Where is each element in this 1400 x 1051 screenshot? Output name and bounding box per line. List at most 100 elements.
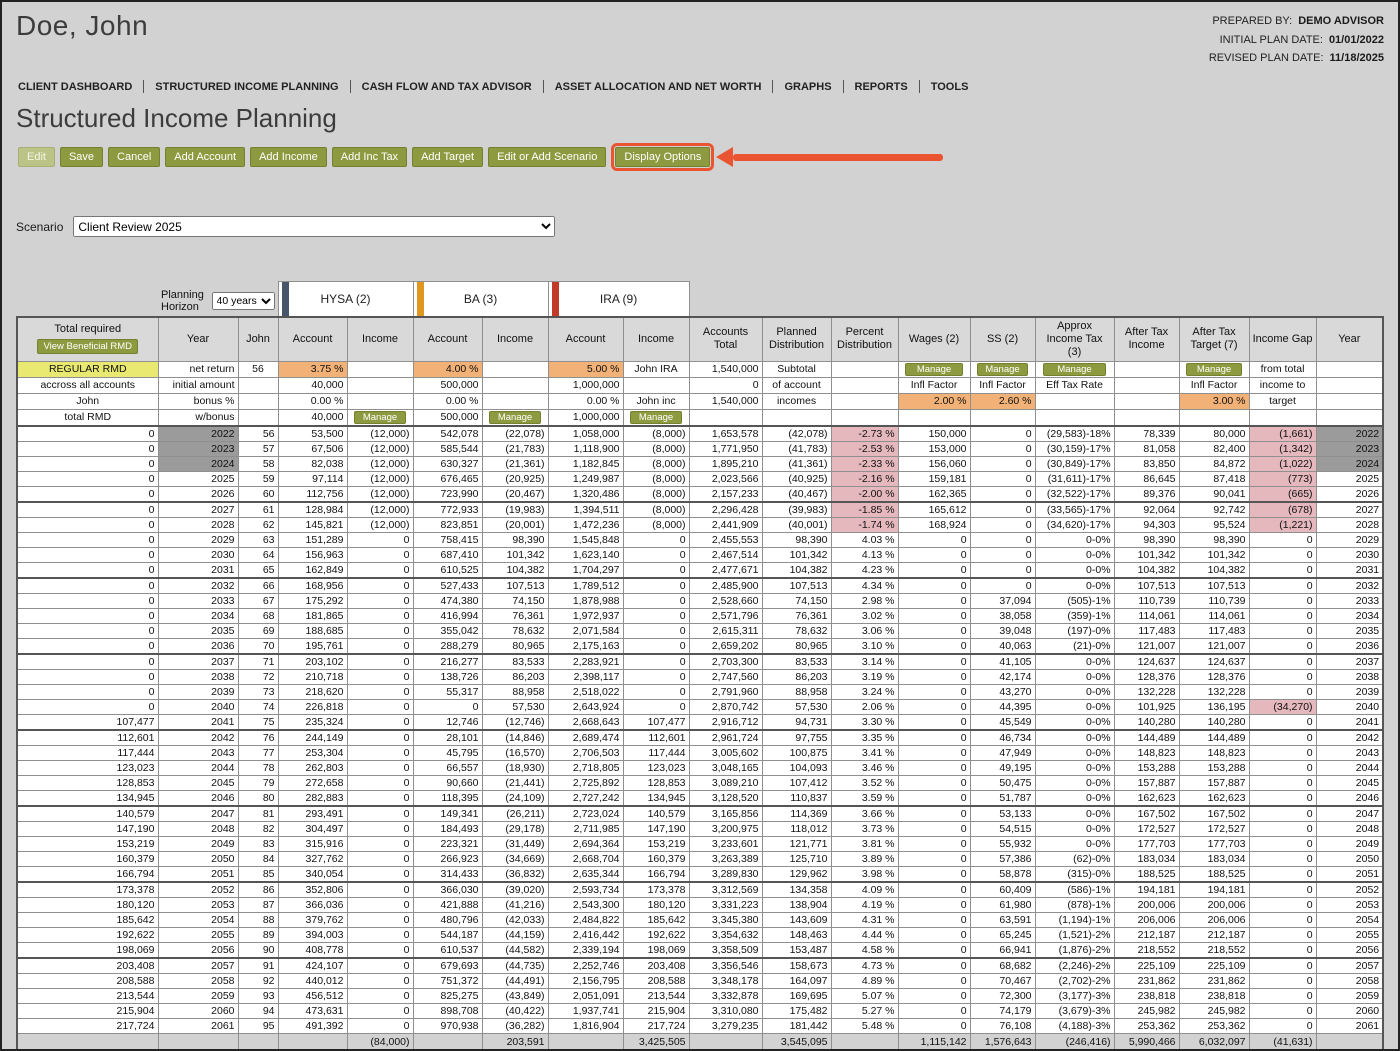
cell-year: 2060: [157, 1002, 239, 1019]
cell-ira-account: 5.00 %: [547, 360, 624, 378]
cell-year-right: [1315, 408, 1385, 427]
manage-button[interactable]: Manage: [905, 362, 963, 376]
cell-year: bonus %: [157, 392, 239, 410]
cell-ira-income: 147,190: [622, 820, 690, 837]
cell-wages: 0: [897, 607, 971, 624]
save-button[interactable]: Save: [59, 147, 104, 168]
scenario-label: Scenario: [16, 219, 64, 234]
add-account-button[interactable]: Add Account: [165, 147, 246, 168]
cell-hysa-income: 0: [346, 987, 414, 1004]
manage-button[interactable]: Manage: [977, 362, 1029, 376]
add-income-button[interactable]: Add Income: [250, 147, 327, 168]
nav-item-reports[interactable]: REPORTS: [855, 81, 908, 93]
nav-item-graphs[interactable]: GRAPHS: [784, 81, 831, 93]
cell-ba-account: 480,796: [412, 911, 483, 928]
cell-accounts-total: 2,296,428: [688, 501, 763, 518]
cell-ira-income: 198,069: [622, 941, 690, 959]
spacer: [689, 282, 1383, 318]
nav-item-tools[interactable]: TOOLS: [931, 81, 969, 93]
revised-plan-date-label: REVISED PLAN DATE:: [1208, 52, 1324, 65]
edit-button[interactable]: Edit: [18, 147, 55, 168]
nav-item-cash-flow-and-tax-advisor[interactable]: CASH FLOW AND TAX ADVISOR: [362, 81, 532, 93]
cell-after-tax-target: [1178, 408, 1250, 427]
cell-wages: Manage: [897, 360, 971, 378]
manage-button[interactable]: Manage: [354, 410, 406, 424]
cell-total-required: [16, 1032, 159, 1049]
cell-hysa-account: 218,620: [277, 683, 348, 700]
cell-year-right: 2022: [1315, 425, 1385, 442]
col-hysa-income: Income: [346, 316, 414, 362]
cell-hysa-income: (12,000): [346, 425, 414, 442]
cell-ba-income: 83,533: [481, 653, 549, 670]
cell-ba-account: 118,395: [412, 789, 483, 807]
cell-hysa-account: 156,963: [277, 546, 348, 563]
cell-planned-distribution: 101,342: [761, 546, 832, 563]
cell-percent-distribution: 2.06 %: [830, 698, 899, 715]
col-accounts-total: Accounts Total: [688, 316, 763, 362]
add-inc-tax-button[interactable]: Add Inc Tax: [331, 147, 408, 168]
cell-accounts-total: 2,961,724: [688, 729, 763, 746]
cell-hysa-income: 0: [346, 698, 414, 715]
cell-ira-income: (8,000): [622, 425, 690, 442]
cell-year-right: 2043: [1315, 744, 1385, 761]
col-total-required: Total required View Beneficial RMD: [16, 316, 159, 362]
planning-horizon-select[interactable]: 40 years: [211, 292, 275, 311]
manage-button[interactable]: Manage: [1042, 362, 1107, 376]
cell-accounts-total: 3,332,878: [688, 987, 763, 1004]
cell-after-tax-target: 114,061: [1178, 607, 1250, 624]
cell-wages: 0: [897, 729, 971, 746]
cell-hysa-income: (12,000): [346, 516, 414, 533]
cell-after-tax-income: 206,006: [1113, 911, 1180, 928]
col-income-gap: Income Gap: [1248, 316, 1317, 362]
cell-ba-account: 772,933: [412, 501, 483, 518]
col-ira-income: Income: [622, 316, 690, 362]
edit-or-add-scenario-button[interactable]: Edit or Add Scenario: [488, 147, 607, 168]
nav-item-structured-income-planning[interactable]: STRUCTURED INCOME PLANNING: [155, 81, 338, 93]
account-tab-ira[interactable]: IRA (9): [547, 281, 690, 318]
cancel-button[interactable]: Cancel: [108, 147, 161, 168]
cell-after-tax-target: 231,862: [1178, 972, 1250, 989]
cell-hysa-income: 0: [346, 683, 414, 700]
account-tab-hysa[interactable]: HYSA (2): [277, 281, 414, 318]
cell-after-tax-income: 238,818: [1113, 987, 1180, 1004]
cell-total-required: 123,023: [16, 759, 159, 776]
cell-ira-income: 140,579: [622, 805, 690, 822]
cell-age: 90: [237, 941, 279, 959]
cell-planned-distribution: 83,533: [761, 653, 832, 670]
cell-age: 64: [237, 546, 279, 563]
cell-approx-income-tax: (34,620)-17%: [1034, 516, 1115, 533]
cell-after-tax-income: 101,342: [1113, 546, 1180, 563]
cell-total-required: 134,945: [16, 789, 159, 807]
cell-income-gap: 0: [1248, 1017, 1317, 1034]
add-target-button[interactable]: Add Target: [412, 147, 484, 168]
cell-after-tax-target: 148,823: [1178, 744, 1250, 761]
nav-item-client-dashboard[interactable]: CLIENT DASHBOARD: [18, 81, 132, 93]
nav-divider: [349, 80, 351, 94]
cell-ira-account: 1,545,848: [547, 531, 624, 548]
cell-year-right: 2037: [1315, 653, 1385, 670]
cell-age: 60: [237, 485, 279, 503]
manage-button[interactable]: Manage: [1186, 362, 1242, 376]
cell-approx-income-tax: (30,159)-17%: [1034, 440, 1115, 457]
planning-horizon: Planning Horizon 40 years: [161, 289, 275, 316]
cell-ira-income: 180,120: [622, 896, 690, 913]
scenario-select[interactable]: Client Review 2025: [73, 216, 556, 238]
cell-year-right: 2042: [1315, 729, 1385, 746]
cell-after-tax-target: 121,007: [1178, 637, 1250, 655]
view-beneficial-rmd-button[interactable]: View Beneficial RMD: [37, 339, 139, 355]
manage-button[interactable]: Manage: [630, 410, 682, 424]
manage-button[interactable]: Manage: [489, 410, 541, 424]
display-options-button[interactable]: Display Options: [615, 147, 711, 168]
cell-total-required: 0: [16, 501, 159, 518]
nav-item-asset-allocation-and-net-worth[interactable]: ASSET ALLOCATION AND NET WORTH: [555, 81, 762, 93]
cell-ba-account: 138,726: [412, 668, 483, 685]
account-tab-ba[interactable]: BA (3): [412, 281, 549, 318]
cell-wages: 0: [897, 698, 971, 715]
cell-percent-distribution: 4.23 %: [830, 561, 899, 579]
cell-ira-account: 1,249,987: [547, 470, 624, 487]
cell-after-tax-target: 225,109: [1178, 957, 1250, 974]
cell-hysa-account: 3.75 %: [277, 360, 348, 378]
cell-after-tax-income: 144,489: [1113, 729, 1180, 746]
cell-approx-income-tax: (1,876)-2%: [1034, 941, 1115, 959]
cell-year: 2023: [157, 440, 239, 457]
